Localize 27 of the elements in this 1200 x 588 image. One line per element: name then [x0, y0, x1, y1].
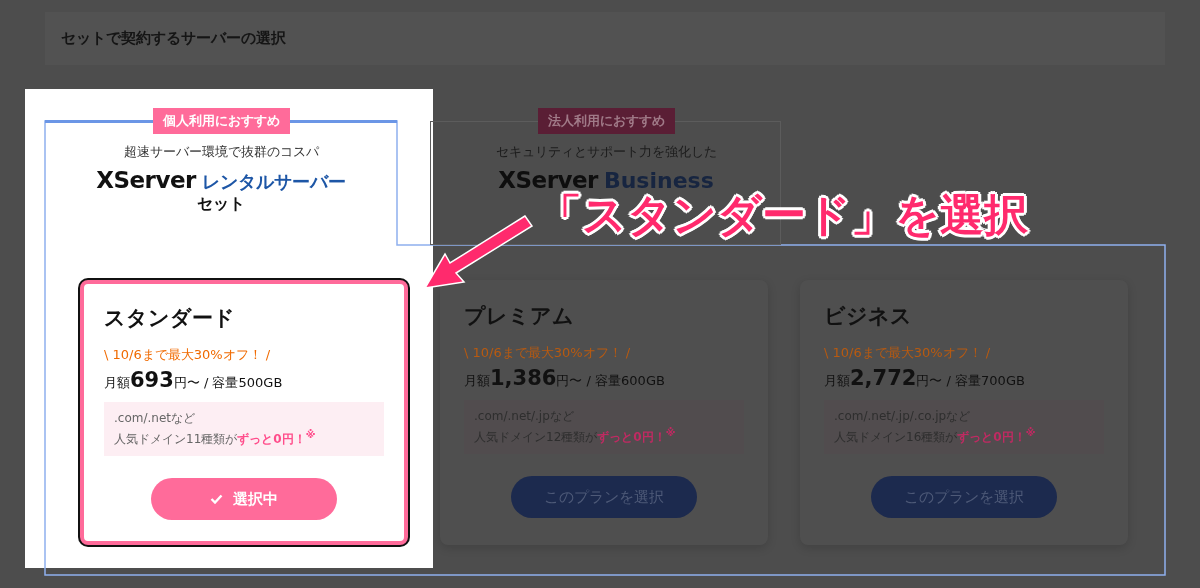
price-unit: 円〜 / 容量600GB [556, 373, 665, 390]
promo-text: \ 10/6まで最大30%オフ！ / [824, 344, 992, 362]
price-value: 1,386 [490, 366, 557, 390]
set-label: セット [197, 194, 245, 215]
domain-note: 人気ドメイン11種類がずっと0円！$^{※}$ [114, 429, 317, 448]
recommend-badge[interactable]: 個人利用におすすめ [152, 108, 290, 134]
price-label: 月額 [824, 373, 850, 390]
product-name: レンタルサーバー [201, 170, 346, 194]
recommend-badge[interactable]: 法人利用におすすめ [537, 108, 675, 134]
plan-name: スタンダード [104, 305, 236, 332]
brand-logo: XServer [96, 167, 196, 193]
plan-name: ビジネス [824, 303, 913, 330]
price-label: 月額 [104, 375, 130, 392]
set-tagline: 超速サーバー環境で抜群のコスパ [123, 144, 319, 161]
domain-list: .com/.netなど [114, 410, 384, 427]
plan-select-button[interactable]: 選択中 [151, 478, 337, 520]
price-value: 2,772 [850, 366, 917, 390]
check-icon [210, 494, 223, 504]
promo-text: \ 10/6まで最大30%オフ！ / [104, 346, 272, 364]
price-value: 693 [130, 368, 174, 392]
promo-text: \ 10/6まで最大30%オフ！ / [464, 344, 632, 362]
price-label: 月額 [464, 373, 490, 390]
section-title: セットで契約するサーバーの選択 [61, 29, 286, 48]
plan-name: プレミアム [464, 303, 575, 330]
price-unit: 円〜 / 容量500GB [173, 374, 283, 392]
plan-card[interactable]: スタンダード \ 10/6まで最大30%オフ！ / 月額693 円〜 / 容量500GB .com/.netなど 人気ドメイン11種類がずっと0円！$^{※}$ 選択中 [80, 280, 408, 545]
price-unit: 円〜 / 容量700GB [916, 372, 1025, 390]
